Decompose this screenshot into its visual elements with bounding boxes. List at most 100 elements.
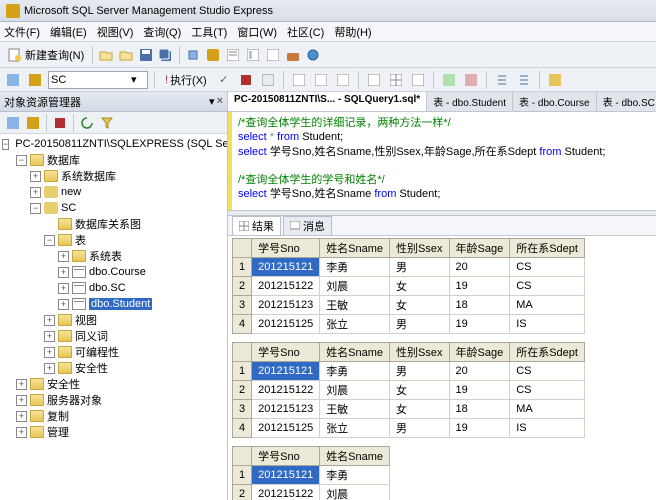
toolbar-sql: ▾ ! 执行(X) ✓ (0, 68, 656, 92)
toolbar-main: 新建查询(N) (0, 42, 656, 68)
results-file-icon[interactable] (409, 71, 427, 89)
database-input[interactable] (51, 74, 131, 86)
design-query-icon[interactable] (290, 71, 308, 89)
save-all-icon[interactable] (157, 46, 175, 64)
comment-icon[interactable] (440, 71, 458, 89)
server-node[interactable]: −PC-20150811ZNTI\SQLEXPRESS (SQL Ser (2, 136, 225, 152)
table-row[interactable]: 4201215125张立男19IS (233, 315, 585, 334)
security-node[interactable]: +安全性 (2, 376, 225, 392)
security-db-node[interactable]: +安全性 (2, 360, 225, 376)
message-icon (290, 221, 300, 231)
tab-sc[interactable]: 表 - dbo.SC (597, 92, 656, 111)
menu-window[interactable]: 窗口(W) (237, 24, 277, 40)
database-combo[interactable]: ▾ (48, 71, 148, 89)
outdent-icon[interactable] (515, 71, 533, 89)
menu-view[interactable]: 视图(V) (97, 24, 134, 40)
table-row[interactable]: 3201215123王敏女18MA (233, 296, 585, 315)
object-explorer: 对象资源管理器 ▾ × −PC-20150811ZNTI\SQLEXPRESS … (0, 92, 228, 500)
server-objects-node[interactable]: +服务器对象 (2, 392, 225, 408)
results-tab[interactable]: 结果 (232, 216, 281, 235)
open-db-icon[interactable] (117, 46, 135, 64)
menu-tools[interactable]: 工具(T) (191, 24, 227, 40)
tab-course[interactable]: 表 - dbo.Course (513, 92, 597, 111)
display-plan-icon[interactable] (259, 71, 277, 89)
app-title: Microsoft SQL Server Management Studio E… (24, 5, 273, 17)
specify-values-icon[interactable] (546, 71, 564, 89)
management-node[interactable]: +管理 (2, 424, 225, 440)
toolbox-icon[interactable] (284, 46, 302, 64)
menu-file[interactable]: 文件(F) (4, 24, 40, 40)
sql-editor[interactable]: /*查询全体学生的详细记录，两种方法一样*/ select * from Stu… (228, 112, 656, 210)
browser-icon[interactable] (304, 46, 322, 64)
table-row[interactable]: 2201215122刘晨 (233, 485, 390, 500)
include-plan-icon[interactable] (312, 71, 330, 89)
results-grids: 学号Sno姓名Sname性别Ssex年龄Sage所在系Sdept 1201215… (228, 236, 656, 500)
menu-help[interactable]: 帮助(H) (334, 24, 371, 40)
views-node[interactable]: +视图 (2, 312, 225, 328)
new-query-icon (8, 48, 22, 62)
diagrams-node[interactable]: 数据库关系图 (2, 216, 225, 232)
save-icon[interactable] (137, 46, 155, 64)
tables-node[interactable]: −表 (2, 232, 225, 248)
tab-query[interactable]: PC-20150811ZNTI\S... - SQLQuery1.sql* (228, 92, 427, 111)
menu-edit[interactable]: 编辑(E) (50, 24, 87, 40)
chevron-down-icon: ▾ (131, 73, 137, 86)
results-text-icon[interactable] (365, 71, 383, 89)
db-new-node[interactable]: +new (2, 184, 225, 200)
cancel-icon[interactable] (237, 71, 255, 89)
titlebar: Microsoft SQL Server Management Studio E… (0, 0, 656, 22)
sys-db-node[interactable]: +系统数据库 (2, 168, 225, 184)
include-stats-icon[interactable] (334, 71, 352, 89)
table-row[interactable]: 2201215122刘晨女19CS (233, 277, 585, 296)
tab-student[interactable]: 表 - dbo.Student (427, 92, 513, 111)
uncomment-icon[interactable] (462, 71, 480, 89)
grid-icon (239, 221, 249, 231)
results-tabs: 结果 消息 (228, 216, 656, 236)
replication-node[interactable]: +复制 (2, 408, 225, 424)
table-row[interactable]: 2201215122刘晨女19CS (233, 381, 585, 400)
change-connection-icon[interactable] (26, 71, 44, 89)
open-icon[interactable] (97, 46, 115, 64)
close-icon[interactable]: × (217, 95, 223, 108)
summary-icon[interactable] (224, 46, 242, 64)
properties-icon[interactable] (244, 46, 262, 64)
db-sc-node[interactable]: −SC (2, 200, 225, 216)
indent-icon[interactable] (493, 71, 511, 89)
registered-servers-icon[interactable] (184, 46, 202, 64)
object-tree: −PC-20150811ZNTI\SQLEXPRESS (SQL Ser −数据… (0, 134, 227, 500)
parse-icon[interactable]: ✓ (215, 71, 233, 89)
object-explorer-toolbar (0, 112, 227, 134)
results-grid-icon[interactable] (387, 71, 405, 89)
menubar: 文件(F) 编辑(E) 视图(V) 查询(Q) 工具(T) 窗口(W) 社区(C… (0, 22, 656, 42)
table-row[interactable]: 1201215121李勇男20CS (233, 258, 585, 277)
new-query-button[interactable]: 新建查询(N) (4, 47, 88, 63)
refresh-icon[interactable] (78, 114, 96, 132)
result-grid-2: 学号Sno姓名Sname性别Ssex年龄Sage所在系Sdept 1201215… (232, 342, 656, 438)
databases-node[interactable]: −数据库 (2, 152, 225, 168)
result-grid-3: 学号Sno姓名Sname 1201215121李勇2201215122刘晨320… (232, 446, 656, 500)
programmability-node[interactable]: +可编程性 (2, 344, 225, 360)
table-row[interactable]: 4201215125张立男19IS (233, 419, 585, 438)
table-row[interactable]: 3201215123王敏女18MA (233, 400, 585, 419)
menu-community[interactable]: 社区(C) (287, 24, 324, 40)
stop-icon[interactable] (51, 114, 69, 132)
table-row[interactable]: 1201215121李勇男20CS (233, 362, 585, 381)
messages-tab[interactable]: 消息 (283, 216, 332, 235)
table-student-node[interactable]: +dbo.Student (2, 296, 225, 312)
object-explorer-icon[interactable] (204, 46, 222, 64)
template-icon[interactable] (264, 46, 282, 64)
disconnect-icon[interactable] (24, 114, 42, 132)
content-area: PC-20150811ZNTI\S... - SQLQuery1.sql* 表 … (228, 92, 656, 500)
dropdown-icon[interactable]: ▾ (209, 95, 215, 108)
connect-icon[interactable] (4, 71, 22, 89)
execute-button[interactable]: ! 执行(X) (161, 72, 211, 88)
menu-query[interactable]: 查询(Q) (143, 24, 181, 40)
result-grid-1: 学号Sno姓名Sname性别Ssex年龄Sage所在系Sdept 1201215… (232, 238, 656, 334)
synonyms-node[interactable]: +同义词 (2, 328, 225, 344)
connect-server-icon[interactable] (4, 114, 22, 132)
table-course-node[interactable]: +dbo.Course (2, 264, 225, 280)
filter-icon[interactable] (98, 114, 116, 132)
table-row[interactable]: 1201215121李勇 (233, 466, 390, 485)
sys-tables-node[interactable]: +系统表 (2, 248, 225, 264)
table-sc-node[interactable]: +dbo.SC (2, 280, 225, 296)
